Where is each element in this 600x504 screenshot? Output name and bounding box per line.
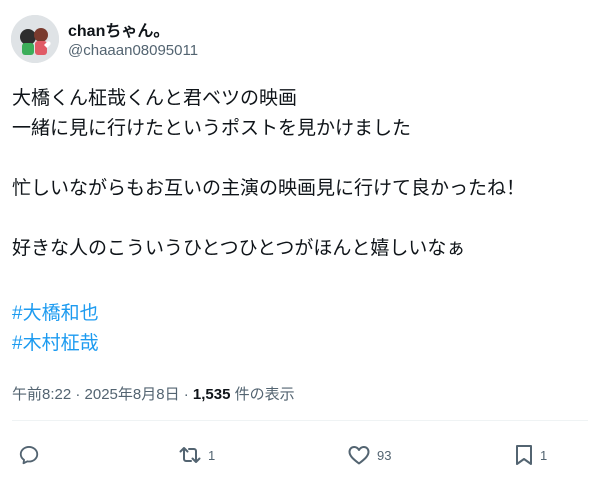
tweet-text-line: 大橋くん柾哉くんと君ベツの映画: [12, 88, 298, 109]
user-handle[interactable]: @chaaan08095011: [68, 42, 198, 59]
retweet-icon: [179, 447, 201, 463]
tweet-meta: 午前8:22 · 2025年8月8日 · 1,535 件の表示: [12, 383, 295, 404]
views-label: 件の表示: [230, 386, 295, 403]
reply-icon: [19, 446, 39, 465]
avatar-illustration: [11, 15, 59, 63]
bookmark-count: 1: [540, 447, 548, 463]
tweet-text-line: 好きな人のこういうひとつひとつがほんと嬉しいなぁ: [12, 238, 466, 259]
avatar[interactable]: [11, 15, 59, 63]
bookmark-icon: [516, 445, 532, 465]
retweet-button[interactable]: 1: [178, 442, 215, 468]
timestamp[interactable]: 午前8:22 · 2025年8月8日 ·: [12, 386, 193, 403]
display-name[interactable]: chanちゃん。: [68, 17, 169, 41]
retweet-count: 1: [208, 447, 216, 463]
divider: [12, 420, 588, 421]
tweet: chanちゃん。 @chaaan08095011 大橋くん柾哉くんと君ベツの映画…: [0, 0, 600, 504]
like-count: 93: [377, 447, 392, 463]
reply-button[interactable]: [18, 442, 40, 468]
hashtag-link[interactable]: #大橋和也: [12, 302, 99, 326]
bookmark-button[interactable]: 1: [514, 442, 547, 468]
like-button[interactable]: 93: [347, 442, 391, 468]
tweet-text-line: 忙しいながらもお互いの主演の映画見に行けて良かったね！: [12, 178, 526, 199]
views-count: 1,535: [192, 386, 231, 403]
heart-icon: [348, 446, 370, 465]
tweet-text-line: 一緒に見に行けたというポストを見かけました: [12, 118, 412, 139]
hashtag-link[interactable]: #木村柾哉: [12, 332, 99, 356]
